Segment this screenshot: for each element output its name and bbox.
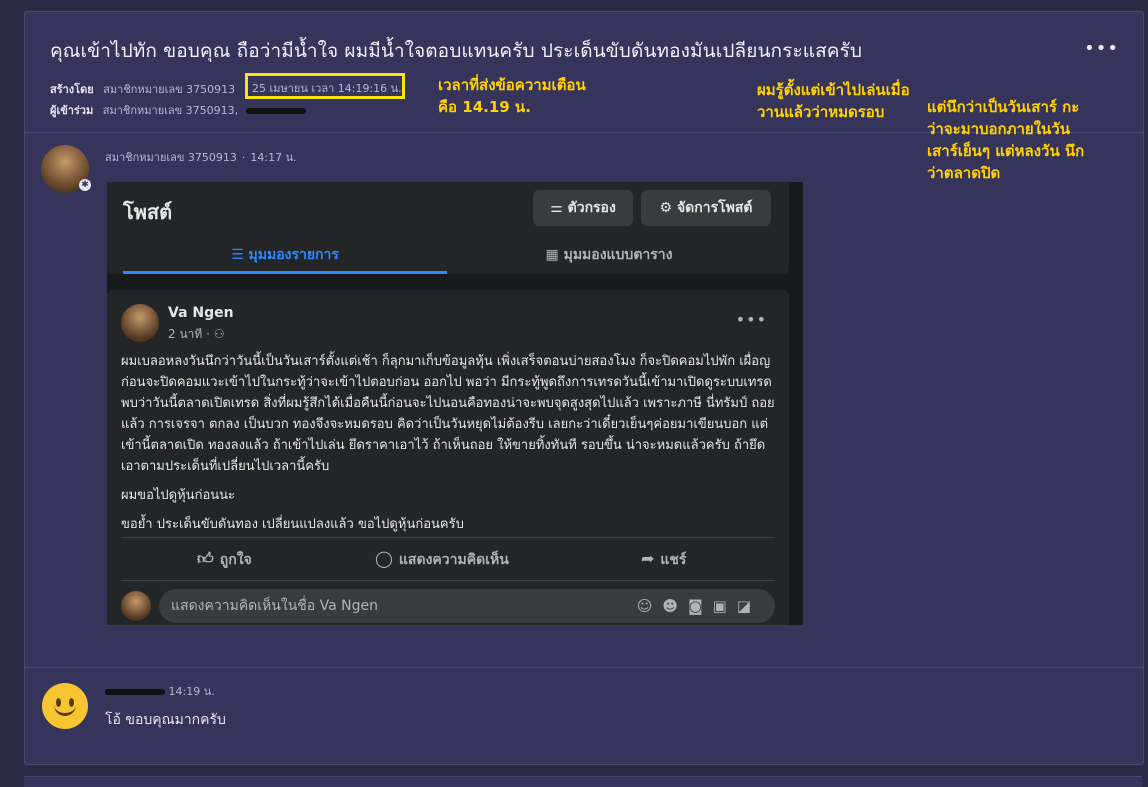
fb-post-options-button[interactable]: ••• [736, 310, 767, 329]
camera-icon[interactable]: ◙ [688, 597, 713, 615]
annotation-line: ว่าตลาดปิด [927, 164, 1001, 182]
sticker-icon[interactable]: ◪ [737, 597, 761, 615]
annotation-line: แต่นึกว่าเป็นวันเสาร์ กะ [927, 98, 1080, 116]
redaction-mark [245, 108, 306, 114]
thumbs-up-icon: 👍︎ [197, 549, 214, 568]
fb-post-body: ผมเบลอหลงวันนึกว่าวันนี้เป็นวันเสาร์ตั้ง… [121, 351, 779, 543]
fb-post-time-label: 2 นาที [168, 327, 203, 341]
fb-page-title: โพสต์ [123, 200, 173, 224]
avatar[interactable] [121, 591, 151, 621]
participants-value[interactable]: สมาชิกหมายเลข 3750913, [103, 104, 238, 117]
fb-share-button[interactable]: ➦ แชร์ [641, 538, 686, 580]
avatar[interactable] [42, 683, 88, 729]
share-arrow-icon: ➦ [641, 549, 655, 568]
friends-icon: · ⚇ [202, 327, 225, 341]
fb-post-card: Va Ngen 2 นาที · ⚇ ••• ผมเบลอหลงวันนึกว่… [107, 290, 789, 625]
list-icon: ☰ [231, 247, 249, 263]
fb-post-paragraph: ขอย้ำ ประเด็นขับดันทอง เปลี่ยนแปลงแล้ว ข… [121, 517, 464, 532]
annotation-note: ผมรู้ตั้งแต่เข้าไปเล่นเมื่อ วานแล้วว่าหม… [757, 79, 910, 123]
next-card-edge [24, 776, 1142, 787]
smiley-mouth [54, 704, 76, 716]
post-author[interactable]: สมาชิกหมายเลข 3750913 [105, 151, 237, 164]
annotation-line: เสาร์เย็นๆ แต่หลงวัน นึก [927, 142, 1085, 160]
created-by-user-link[interactable]: สมาชิกหมายเลข 3750913 [103, 83, 235, 96]
created-by-label: สร้างโดย [50, 83, 94, 96]
fb-action-bar: 👍︎ ถูกใจ ◯ แสดงความคิดเห็น ➦ แชร์ [121, 537, 775, 581]
fb-share-label: แชร์ [660, 552, 687, 568]
facebook-screenshot: โพสต์ ⚌ ตัวกรอง ⚙ จัดการโพสต์ ☰ มุมมองรา… [107, 182, 803, 625]
created-at-highlight: 25 เมษายน เวลา 14:19:16 น. [245, 73, 405, 99]
fb-posts-header: โพสต์ ⚌ ตัวกรอง ⚙ จัดการโพสต์ ☰ มุมมองรา… [107, 182, 789, 274]
more-options-button[interactable]: ••• [1084, 38, 1119, 59]
fb-post-paragraph: ผมขอไปดูหุ้นก่อนนะ [121, 488, 236, 503]
fb-post-paragraph: ผมเบลอหลงวันนึกว่าวันนี้เป็นวันเสาร์ตั้ง… [121, 354, 775, 474]
gear-icon: ✱ [79, 179, 91, 191]
created-at-timestamp: 25 เมษายน เวลา 14:19:16 น. [252, 82, 402, 95]
tab-grid-view[interactable]: ▦ มุมมองแบบตาราง [447, 240, 771, 274]
fb-filter-label: ตัวกรอง [567, 200, 616, 216]
annotation-line: คือ 14.19 น. [438, 98, 531, 116]
tab-list-label: มุมมองรายการ [248, 247, 339, 263]
redaction-mark [105, 689, 165, 695]
annotation-note: เวลาที่ส่งข้อความเตือน คือ 14.19 น. [438, 74, 586, 118]
fb-comment-input[interactable]: แสดงความคิดเห็นในชื่อ Va Ngen ☺☻◙▣◪ [159, 589, 775, 623]
fb-manage-label: จัดการโพสต์ [676, 200, 753, 216]
fb-filter-button[interactable]: ⚌ ตัวกรอง [533, 190, 633, 226]
fb-post-author[interactable]: Va Ngen [168, 305, 234, 321]
reply-meta: 14:19 น. [105, 682, 215, 700]
fb-comment-label: แสดงความคิดเห็น [398, 552, 509, 568]
gif-icon[interactable]: ▣ [713, 597, 737, 615]
annotation-line: เวลาที่ส่งข้อความเตือน [438, 76, 586, 94]
separator: · [241, 151, 246, 164]
reply-text: โอ้ ขอบคุณมากครับ [105, 712, 226, 728]
participants-row: ผู้เข้าร่วม สมาชิกหมายเลข 3750913, [50, 101, 306, 119]
avatar-sticker-icon[interactable]: ☺ [637, 597, 663, 615]
gear-icon: ⚙ [659, 200, 677, 216]
fb-comment-button[interactable]: ◯ แสดงความคิดเห็น [375, 538, 509, 580]
annotation-note: แต่นึกว่าเป็นวันเสาร์ กะ ว่าจะมาบอกภายใน… [927, 96, 1084, 184]
tab-list-view[interactable]: ☰ มุมมองรายการ [123, 240, 447, 274]
fb-like-label: ถูกใจ [219, 552, 252, 568]
thread-title: คุณเข้าไปทัก ขอบคุณ ถือว่ามีน้ำใจ ผมมีน้… [50, 40, 863, 62]
avatar[interactable] [121, 304, 159, 342]
annotation-line: ผมรู้ตั้งแต่เข้าไปเล่นเมื่อ [757, 81, 910, 99]
post-meta: สมาชิกหมายเลข 3750913 · 14:17 น. [105, 148, 297, 166]
sliders-icon: ⚌ [550, 200, 568, 216]
emoji-icon[interactable]: ☻ [662, 597, 688, 615]
fb-comment-composer: แสดงความคิดเห็นในชื่อ Va Ngen ☺☻◙▣◪ [121, 587, 775, 625]
grid-icon: ▦ [545, 247, 564, 263]
speech-bubble-icon: ◯ [375, 549, 393, 568]
reply-time: 14:19 น. [168, 685, 215, 698]
fb-comment-tools: ☺☻◙▣◪ [637, 589, 761, 623]
fb-post-time[interactable]: 2 นาที · ⚇ [168, 325, 225, 344]
post-time: 14:17 น. [250, 151, 297, 164]
fb-manage-posts-button[interactable]: ⚙ จัดการโพสต์ [641, 190, 771, 226]
fb-view-tabs: ☰ มุมมองรายการ ▦ มุมมองแบบตาราง [123, 240, 771, 274]
avatar[interactable]: ✱ [41, 145, 91, 193]
annotation-line: ว่าจะมาบอกภายในวัน [927, 120, 1070, 138]
created-by-row: สร้างโดย สมาชิกหมายเลข 3750913 [50, 80, 235, 98]
divider [25, 667, 1143, 668]
annotation-line: วานแล้วว่าหมดรอบ [757, 103, 885, 121]
participants-label: ผู้เข้าร่วม [50, 104, 94, 117]
tab-grid-label: มุมมองแบบตาราง [563, 247, 673, 263]
fb-like-button[interactable]: 👍︎ ถูกใจ [197, 538, 252, 580]
fb-comment-placeholder: แสดงความคิดเห็นในชื่อ Va Ngen [171, 598, 378, 614]
